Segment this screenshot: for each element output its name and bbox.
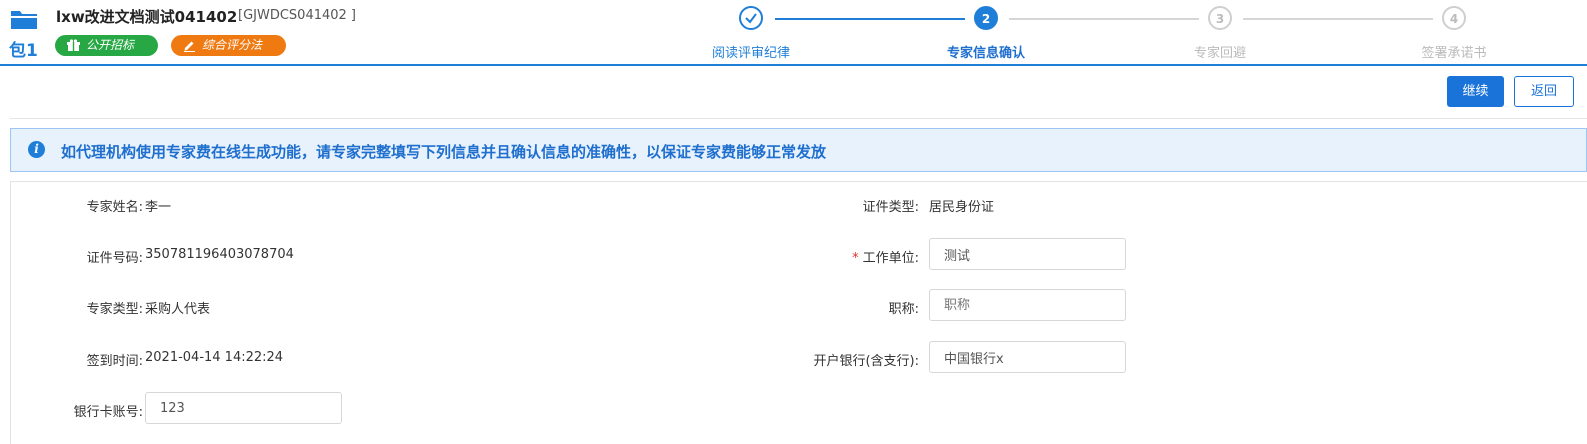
badge-label: 公开招标 xyxy=(86,38,135,52)
divider xyxy=(10,118,1587,119)
page-header: 包1 lxw改进文档测试041402 [GJWDCS041402 ] 公开招标 … xyxy=(0,0,1587,66)
step-2-label[interactable]: 专家信息确认 xyxy=(947,42,1025,61)
expert-type-label: 专家类型: xyxy=(86,302,143,317)
required-marker: * xyxy=(852,251,859,266)
bank-label: 开户银行(含支行): xyxy=(813,354,919,369)
project-title: lxw改进文档测试041402 xyxy=(56,8,238,26)
expert-name-value: 李一 xyxy=(145,200,172,215)
expert-info-form: 专家姓名: 李一 证件类型: 居民身份证 证件号码: 3507811964030… xyxy=(10,181,1587,444)
step-connector xyxy=(775,18,965,20)
step-1-label[interactable]: 阅读评审纪律 xyxy=(712,42,790,61)
card-number-label: 银行卡账号: xyxy=(73,405,143,420)
id-number-label: 证件号码: xyxy=(86,251,143,266)
work-unit-label: 工作单位: xyxy=(862,251,919,266)
work-unit-label-group: * 工作单位: xyxy=(852,247,919,266)
id-number-value: 350781196403078704 xyxy=(145,247,294,262)
card-number-input[interactable] xyxy=(145,392,342,424)
step-4-label: 签署承诺书 xyxy=(1421,46,1487,61)
continue-button[interactable]: 继续 xyxy=(1447,76,1504,107)
badge-label: 综合评分法 xyxy=(202,38,263,52)
evaluation-method-badge: 综合评分法 xyxy=(171,35,286,56)
checkin-time-label: 签到时间: xyxy=(86,354,143,369)
expert-type-value: 采购人代表 xyxy=(145,302,211,317)
procurement-method-badge: 公开招标 xyxy=(55,35,158,56)
gift-icon xyxy=(67,39,80,51)
notice-banner: i 如代理机构使用专家费在线生成功能，请专家完整填写下列信息并且确认信息的准确性… xyxy=(10,128,1587,172)
checkin-time-value: 2021-04-14 14:22:24 xyxy=(145,350,284,365)
step-connector xyxy=(1243,18,1433,20)
bank-input[interactable] xyxy=(929,341,1126,373)
title-input[interactable] xyxy=(929,289,1126,321)
step-3-label: 专家回避 xyxy=(1193,46,1247,61)
back-button[interactable]: 返回 xyxy=(1514,76,1574,107)
expert-name-label: 专家姓名: xyxy=(86,200,143,215)
step-connector xyxy=(1009,18,1199,20)
info-icon: i xyxy=(28,141,45,158)
title-label: 职称: xyxy=(888,302,919,317)
step-1-circle xyxy=(739,6,763,30)
pencil-icon xyxy=(184,41,195,52)
id-type-label: 证件类型: xyxy=(862,200,919,215)
package-label: 包1 xyxy=(9,41,38,61)
folder-icon xyxy=(11,11,37,29)
step-2-circle: 2 xyxy=(974,6,998,30)
notice-text: 如代理机构使用专家费在线生成功能，请专家完整填写下列信息并且确认信息的准确性，以… xyxy=(61,143,827,161)
work-unit-input[interactable] xyxy=(929,238,1126,270)
step-4-circle: 4 xyxy=(1442,6,1466,30)
id-type-value: 居民身份证 xyxy=(929,200,995,215)
check-icon xyxy=(745,13,757,24)
step-3-circle: 3 xyxy=(1208,6,1232,30)
project-code: [GJWDCS041402 ] xyxy=(238,8,357,23)
